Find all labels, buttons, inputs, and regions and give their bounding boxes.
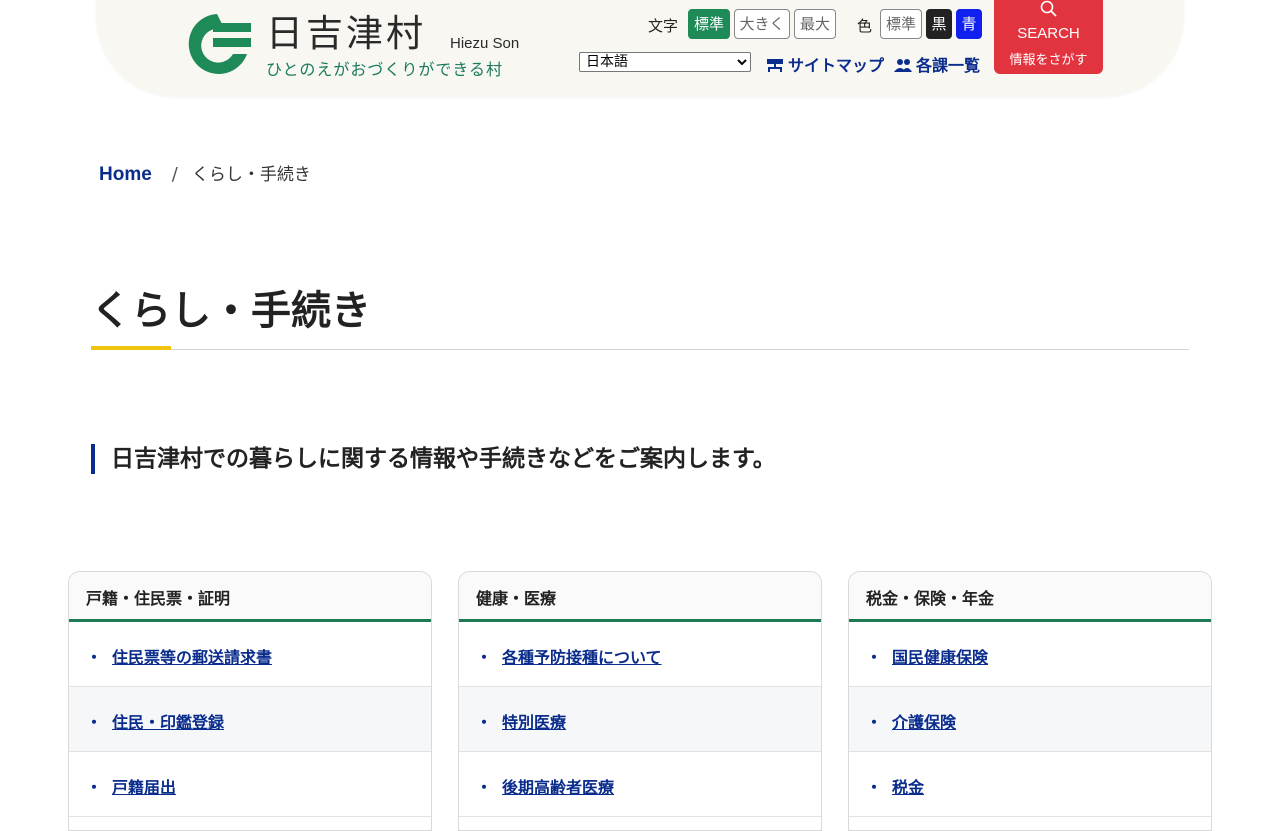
bullet-icon: ・: [866, 713, 883, 732]
bullet-icon: ・: [86, 778, 103, 797]
list-item: ・国民健康保険: [849, 622, 1211, 687]
search-button[interactable]: SEARCH 情報をさがす: [994, 0, 1103, 74]
lead-accent-bar: [91, 444, 95, 474]
sitemap-icon: [767, 59, 783, 72]
village-emblem-icon[interactable]: [181, 12, 253, 74]
site-logo-title[interactable]: 日吉津村: [266, 12, 426, 56]
bullet-icon: ・: [86, 648, 103, 667]
font-size-max-button[interactable]: 最大: [794, 9, 836, 39]
page-title: くらし・手続き: [91, 288, 371, 334]
list-item: ・各種予防接種について: [459, 622, 821, 687]
card-link[interactable]: 介護保険: [892, 713, 956, 732]
card-link[interactable]: 後期高齢者医療: [502, 778, 614, 797]
list-item: ・介護保険: [849, 687, 1211, 752]
breadcrumb-separator: /: [171, 164, 178, 185]
search-button-en-label: SEARCH: [1017, 25, 1080, 42]
list-item: ・戸籍届出: [69, 752, 431, 817]
list-item: ・住民票等の郵送請求書: [69, 622, 431, 687]
bullet-icon: ・: [476, 648, 493, 667]
category-card-registry: 戸籍・住民票・証明 ・住民票等の郵送請求書 ・住民・印鑑登録 ・戸籍届出: [68, 571, 432, 831]
color-blue-button[interactable]: 青: [956, 9, 982, 39]
font-size-label: 文字: [648, 17, 679, 35]
card-link[interactable]: 税金: [892, 778, 924, 797]
card-link[interactable]: 住民票等の郵送請求書: [112, 648, 272, 667]
color-standard-button[interactable]: 標準: [880, 9, 922, 39]
list-item: ・特別医療: [459, 687, 821, 752]
site-tagline: ひとのえがおづくりができる村: [266, 60, 504, 79]
bullet-icon: ・: [476, 713, 493, 732]
search-button-ja-label: 情報をさがす: [1009, 53, 1088, 68]
font-size-large-button[interactable]: 大きく: [734, 9, 790, 39]
card-link[interactable]: 住民・印鑑登録: [112, 713, 224, 732]
title-accent-bar: [91, 346, 171, 350]
sitemap-label: サイトマップ: [788, 56, 885, 75]
breadcrumb-home-link[interactable]: Home: [99, 164, 152, 185]
card-heading: 税金・保険・年金: [849, 572, 1211, 622]
sitemap-link[interactable]: サイトマップ: [766, 52, 884, 76]
page-lead-text: 日吉津村での暮らしに関する情報や手続きなどをご案内します。: [111, 446, 776, 472]
title-divider: [91, 349, 1189, 350]
bullet-icon: ・: [866, 648, 883, 667]
card-link[interactable]: 戸籍届出: [112, 778, 176, 797]
language-select[interactable]: 日本語: [579, 52, 751, 72]
site-logo-english: Hiezu Son: [450, 35, 520, 52]
category-card-tax: 税金・保険・年金 ・国民健康保険 ・介護保険 ・税金: [848, 571, 1212, 831]
departments-link[interactable]: 各課一覧: [894, 52, 980, 76]
breadcrumb-current: くらし・手続き: [191, 165, 311, 185]
bullet-icon: ・: [476, 778, 493, 797]
search-icon: [1040, 0, 1057, 17]
card-heading: 健康・医療: [459, 572, 821, 622]
color-black-button[interactable]: 黒: [926, 9, 952, 39]
card-link[interactable]: 国民健康保険: [892, 648, 988, 667]
departments-label: 各課一覧: [916, 56, 981, 75]
color-label: 色: [857, 17, 873, 35]
card-link[interactable]: 各種予防接種について: [502, 648, 662, 667]
people-icon: [894, 59, 912, 72]
font-size-standard-button[interactable]: 標準: [688, 9, 730, 39]
list-item: ・税金: [849, 752, 1211, 817]
bullet-icon: ・: [866, 778, 883, 797]
breadcrumb: Home / くらし・手続き: [99, 160, 311, 186]
category-card-health: 健康・医療 ・各種予防接種について ・特別医療 ・後期高齢者医療: [458, 571, 822, 831]
list-item: ・後期高齢者医療: [459, 752, 821, 817]
list-item: ・住民・印鑑登録: [69, 687, 431, 752]
card-link[interactable]: 特別医療: [502, 713, 566, 732]
card-heading: 戸籍・住民票・証明: [69, 572, 431, 622]
bullet-icon: ・: [86, 713, 103, 732]
